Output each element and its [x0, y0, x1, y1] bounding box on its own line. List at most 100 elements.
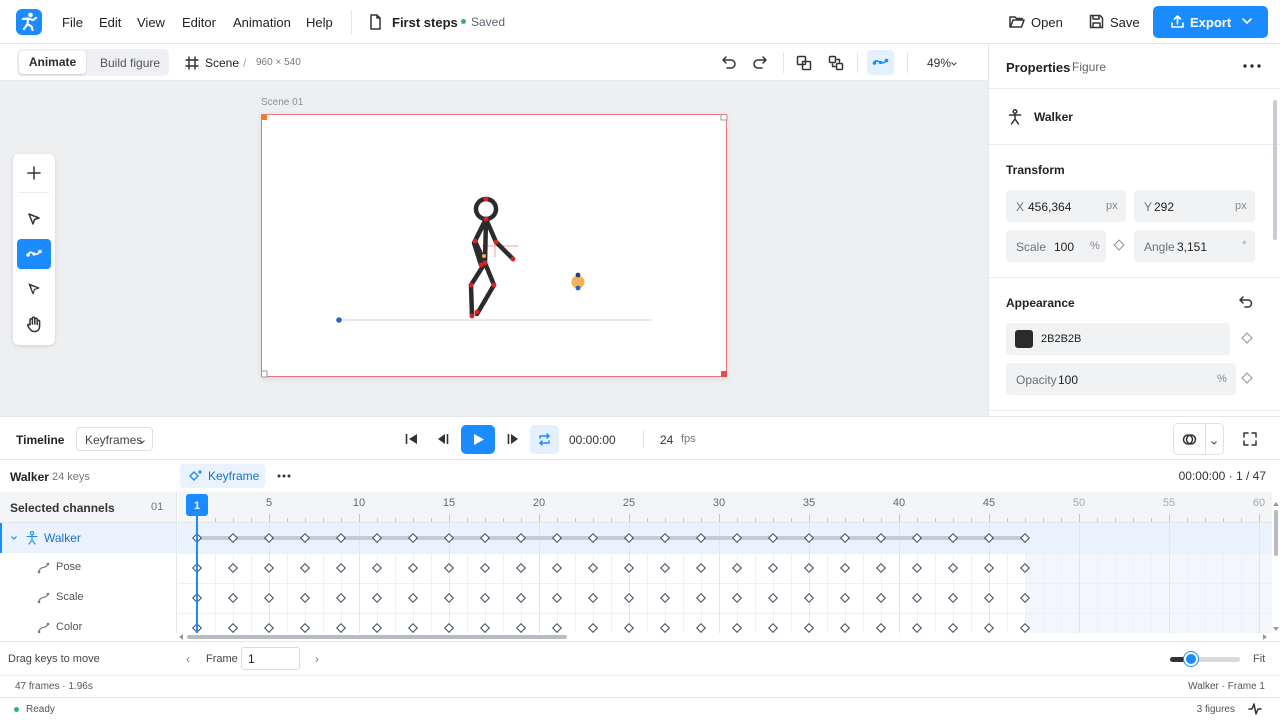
y-value[interactable]: 292	[1154, 200, 1174, 214]
corner-handle[interactable]	[720, 115, 728, 121]
select-tool[interactable]	[17, 204, 51, 234]
keyframe-diamond[interactable]	[767, 562, 779, 574]
keyframe-diamond[interactable]	[803, 622, 815, 633]
keyframe-diamond[interactable]	[263, 622, 275, 633]
more-options-icon[interactable]	[1243, 64, 1261, 68]
keyframe-diamond[interactable]	[443, 562, 455, 574]
keyframe-diamond[interactable]	[947, 562, 959, 574]
skip-to-start-icon[interactable]	[405, 433, 418, 445]
expand-fullscreen-icon[interactable]	[1243, 432, 1257, 446]
corner-handle[interactable]	[262, 370, 268, 378]
open-button[interactable]: Open	[1031, 15, 1063, 30]
canvas-area[interactable]: Scene 01	[0, 81, 988, 416]
add-keyframe-button[interactable]: Keyframe	[180, 464, 265, 488]
scene-canvas[interactable]	[261, 114, 728, 378]
keyframe-diamond[interactable]	[875, 592, 887, 604]
bone-mode-toggle[interactable]	[867, 50, 894, 75]
step-back-icon[interactable]	[436, 433, 449, 445]
keyframe-diamond[interactable]	[227, 562, 239, 574]
keyframe-diamond[interactable]	[731, 622, 743, 633]
x-field[interactable]: X 456,364 px	[1006, 190, 1126, 222]
keyframe-diamond[interactable]	[659, 562, 671, 574]
properties-scrollbar[interactable]	[1273, 100, 1277, 240]
add-tool[interactable]	[17, 158, 51, 188]
bone-tool[interactable]	[17, 239, 51, 269]
onion-skin-toggle[interactable]	[1173, 423, 1224, 455]
keyframe-diamond[interactable]	[299, 592, 311, 604]
scale-value[interactable]: 100	[1054, 240, 1074, 254]
keyframe-diamond[interactable]	[659, 592, 671, 604]
opacity-field[interactable]: Opacity 100 %	[1006, 363, 1236, 395]
keyframe-diamond[interactable]	[515, 592, 527, 604]
keyframe-diamond[interactable]	[371, 562, 383, 574]
menu-edit[interactable]: Edit	[99, 15, 121, 30]
keyframe-diamond[interactable]	[695, 592, 707, 604]
timeline-horizontal-scrollbar[interactable]	[178, 633, 1272, 641]
keyframe-diamond[interactable]	[803, 562, 815, 574]
ball-handle[interactable]	[575, 272, 581, 278]
undo-icon[interactable]	[721, 55, 737, 69]
keyframe-diamond[interactable]	[335, 562, 347, 574]
keyframe-diamond[interactable]	[767, 622, 779, 633]
keyframe-diamond[interactable]	[623, 592, 635, 604]
keyframe-diamond[interactable]	[443, 622, 455, 633]
keyframe-diamond[interactable]	[587, 562, 599, 574]
keyframe-diamond[interactable]	[551, 592, 563, 604]
keyframe-grid[interactable]: 5 10 15 20 25 30 35 40 45 50 55 60 1	[178, 492, 1272, 633]
timeline-vertical-scrollbar[interactable]	[1272, 500, 1280, 633]
keyframe-diamond[interactable]	[695, 622, 707, 633]
hscroll-thumb[interactable]	[187, 635, 567, 639]
timeline-zoom-slider[interactable]	[1170, 652, 1240, 666]
keyframe-diamond[interactable]	[911, 622, 923, 633]
keyframe-diamond[interactable]	[371, 622, 383, 633]
zoom-slider-knob[interactable]	[1184, 652, 1198, 666]
path-anchor-handle[interactable]	[336, 317, 342, 323]
opacity-keyframe-toggle[interactable]	[1241, 372, 1253, 384]
keyframe-diamond[interactable]	[803, 592, 815, 604]
angle-field[interactable]: Angle 3,151 °	[1134, 230, 1255, 262]
corner-handle[interactable]	[721, 371, 727, 377]
duplicate-icon[interactable]	[796, 55, 812, 71]
prev-frame-button[interactable]: ‹	[186, 652, 190, 666]
keyframe-diamond[interactable]	[335, 622, 347, 633]
keyframe-diamond[interactable]	[911, 562, 923, 574]
save-button[interactable]: Save	[1110, 15, 1140, 30]
properties-title[interactable]: Properties	[1006, 60, 1070, 75]
keyframe-diamond[interactable]	[263, 562, 275, 574]
reset-icon[interactable]	[1239, 296, 1253, 308]
next-frame-button[interactable]: ›	[315, 652, 319, 666]
keyframe-diamond[interactable]	[227, 592, 239, 604]
menu-file[interactable]: File	[62, 15, 83, 30]
collapse-chevron-icon[interactable]	[11, 536, 17, 540]
layer-name[interactable]: Walker	[10, 470, 49, 484]
figure-name[interactable]: Walker	[1034, 110, 1073, 124]
activity-pulse-icon[interactable]	[1248, 703, 1262, 715]
export-button[interactable]: Export	[1153, 6, 1268, 38]
app-logo[interactable]	[16, 9, 42, 35]
color-swatch[interactable]	[1015, 330, 1033, 348]
color-value[interactable]: 2B2B2B	[1041, 333, 1081, 345]
keyframe-diamond[interactable]	[839, 592, 851, 604]
corner-handle[interactable]	[262, 115, 267, 120]
timeline-view-select[interactable]: Keyframes	[76, 427, 153, 451]
mode-animate[interactable]: Animate	[19, 51, 86, 74]
onion-chevron-down-icon[interactable]	[1211, 441, 1217, 445]
y-field[interactable]: Y 292 px	[1134, 190, 1255, 222]
keyframe-diamond[interactable]	[299, 562, 311, 574]
keyframe-diamond[interactable]	[587, 592, 599, 604]
ball-handle[interactable]	[575, 285, 581, 291]
keyframe-diamond[interactable]	[731, 592, 743, 604]
keyframe-diamond[interactable]	[983, 592, 995, 604]
fit-button[interactable]: Fit	[1253, 653, 1265, 665]
keyframe-diamond[interactable]	[659, 622, 671, 633]
frame-input[interactable]	[241, 647, 300, 670]
opacity-value[interactable]: 100	[1058, 373, 1078, 387]
keyframe-diamond[interactable]	[515, 562, 527, 574]
keyframe-diamond[interactable]	[983, 622, 995, 633]
color-keyframe-toggle[interactable]	[1241, 332, 1253, 344]
menu-help[interactable]: Help	[306, 15, 333, 30]
keyframe-diamond[interactable]	[443, 592, 455, 604]
keyframe-diamond[interactable]	[227, 622, 239, 633]
channel-row-walker[interactable]: Walker	[0, 523, 176, 553]
mode-build-figure[interactable]: Build figure	[100, 56, 160, 70]
